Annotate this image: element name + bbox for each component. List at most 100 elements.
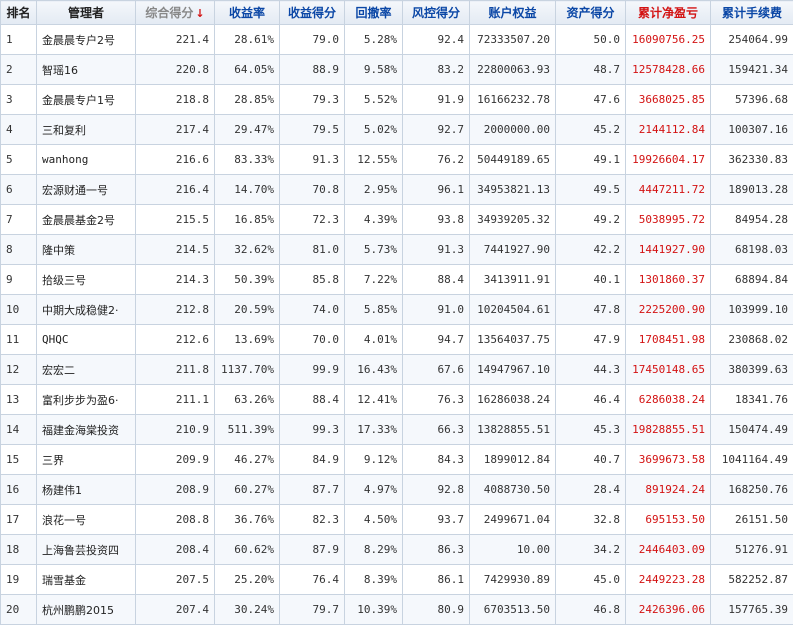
return-score-cell: 70.8 <box>279 174 345 205</box>
cum-profit-cell: 12578428.66 <box>625 54 711 85</box>
table-row[interactable]: 18 上海鲁芸投资四 208.4 60.62% 87.9 8.29% 86.3 10.00 34… <box>0 534 793 565</box>
header-row: 排名 管理者 综合得分 ↓ 收益率 收益得分 回撤率 风控得分 账户权益 资产得分… <box>0 0 793 25</box>
table-row[interactable]: 11 QHQC 212.6 13.69% 70.0 4.01% 94.7 13564037.7… <box>0 324 793 355</box>
table-row[interactable]: 6 宏源财通一号 216.4 14.70% 70.8 2.95% 96.1 34953821.… <box>0 174 793 205</box>
table-row[interactable]: 10 中期大成稳健2· 212.8 20.59% 74.0 5.85% 91.0 102045… <box>0 294 793 325</box>
composite-score-cell: 207.5 <box>135 564 215 595</box>
risk-score-cell: 67.6 <box>402 354 470 385</box>
return-rate-cell: 29.47% <box>214 114 280 145</box>
table-row[interactable]: 8 隆中策 214.5 32.62% 81.0 5.73% 91.3 7441927.90 42… <box>0 234 793 265</box>
manager-cell[interactable]: 瑞雪基金 <box>36 564 136 595</box>
manager-cell[interactable]: 宏宏二 <box>36 354 136 385</box>
cum-profit-cell: 3668025.85 <box>625 84 711 115</box>
asset-score-cell: 49.5 <box>555 174 626 205</box>
risk-score-cell: 91.0 <box>402 294 470 325</box>
risk-score-cell: 86.1 <box>402 564 470 595</box>
drawdown-cell: 4.01% <box>344 324 403 355</box>
manager-cell[interactable]: 杨建伟1 <box>36 474 136 505</box>
cum-fee-cell: 51276.91 <box>710 534 793 565</box>
manager-cell[interactable]: 上海鲁芸投资四 <box>36 534 136 565</box>
cum-fee-cell: 68894.84 <box>710 264 793 295</box>
manager-cell[interactable]: 拾级三号 <box>36 264 136 295</box>
header-composite-label[interactable]: 综合得分 <box>145 6 193 20</box>
drawdown-cell: 12.55% <box>344 144 403 175</box>
manager-cell[interactable]: 金晨晨基金2号 <box>36 204 136 235</box>
asset-score-cell: 42.2 <box>555 234 626 265</box>
table-row[interactable]: 15 三界 209.9 46.27% 84.9 9.12% 84.3 1899012.84 40… <box>0 444 793 475</box>
table-row[interactable]: 3 金晨晨专户1号 218.8 28.85% 79.3 5.52% 91.9 16166232… <box>0 84 793 115</box>
risk-score-cell: 86.3 <box>402 534 470 565</box>
header-equity[interactable]: 账户权益 <box>469 0 556 25</box>
manager-cell[interactable]: 中期大成稳健2· <box>36 294 136 325</box>
table-row[interactable]: 16 杨建伟1 208.9 60.27% 87.7 4.97% 92.8 4088730.50… <box>0 474 793 505</box>
return-score-cell: 84.9 <box>279 444 345 475</box>
rank-cell: 19 <box>0 564 37 595</box>
cum-fee-cell: 157765.39 <box>710 594 793 625</box>
header-risk-score[interactable]: 风控得分 <box>402 0 470 25</box>
manager-cell[interactable]: 宏源财通一号 <box>36 174 136 205</box>
table-row[interactable]: 14 福建金海棠投资 210.9 511.39% 99.3 17.33% 66.3 13828… <box>0 414 793 445</box>
asset-score-cell: 50.0 <box>555 24 626 55</box>
table-row[interactable]: 12 宏宏二 211.8 1137.70% 99.9 16.43% 67.6 14947967… <box>0 354 793 385</box>
manager-cell[interactable]: 隆中策 <box>36 234 136 265</box>
table-row[interactable]: 20 杭州鹏鹏2015 207.4 30.24% 79.7 10.39% 80.9 67035… <box>0 594 793 625</box>
manager-cell[interactable]: 金晨晨专户2号 <box>36 24 136 55</box>
manager-cell[interactable]: 金晨晨专户1号 <box>36 84 136 115</box>
cum-fee-cell: 68198.03 <box>710 234 793 265</box>
header-composite-score[interactable]: 综合得分 ↓ <box>135 0 215 25</box>
cum-fee-cell: 362330.83 <box>710 144 793 175</box>
header-return-score[interactable]: 收益得分 <box>279 0 345 25</box>
asset-score-cell: 47.9 <box>555 324 626 355</box>
manager-cell[interactable]: 智瑶16 <box>36 54 136 85</box>
cum-profit-cell: 16090756.25 <box>625 24 711 55</box>
drawdown-cell: 7.22% <box>344 264 403 295</box>
manager-cell[interactable]: 三界 <box>36 444 136 475</box>
composite-score-cell: 208.9 <box>135 474 215 505</box>
manager-cell[interactable]: 三和复利 <box>36 114 136 145</box>
header-rank: 排名 <box>0 0 37 25</box>
header-drawdown[interactable]: 回撤率 <box>344 0 403 25</box>
table-row[interactable]: 19 瑞雪基金 207.5 25.20% 76.4 8.39% 86.1 7429930.89… <box>0 564 793 595</box>
risk-score-cell: 76.2 <box>402 144 470 175</box>
table-row[interactable]: 5 wanhong 216.6 83.33% 91.3 12.55% 76.2 5044918… <box>0 144 793 175</box>
table-row[interactable]: 9 拾级三号 214.3 50.39% 85.8 7.22% 88.4 3413911.91 4… <box>0 264 793 295</box>
drawdown-cell: 17.33% <box>344 414 403 445</box>
cum-profit-cell: 6286038.24 <box>625 384 711 415</box>
manager-cell[interactable]: 杭州鹏鹏2015 <box>36 594 136 625</box>
manager-cell[interactable]: wanhong <box>36 144 136 175</box>
header-asset-score[interactable]: 资产得分 <box>555 0 626 25</box>
manager-cell[interactable]: QHQC <box>36 324 136 355</box>
header-cum-profit[interactable]: 累计净盈亏 <box>625 0 711 25</box>
header-return-rate[interactable]: 收益率 <box>214 0 280 25</box>
return-score-cell: 88.4 <box>279 384 345 415</box>
manager-cell[interactable]: 浪花一号 <box>36 504 136 535</box>
table-row[interactable]: 2 智瑶16 220.8 64.05% 88.9 9.58% 83.2 22800063.93… <box>0 54 793 85</box>
risk-score-cell: 93.8 <box>402 204 470 235</box>
return-score-cell: 79.3 <box>279 84 345 115</box>
composite-score-cell: 216.6 <box>135 144 215 175</box>
table-row[interactable]: 7 金晨晨基金2号 215.5 16.85% 72.3 4.39% 93.8 34939205… <box>0 204 793 235</box>
header-cum-fee[interactable]: 累计手续费 <box>710 0 793 25</box>
asset-score-cell: 45.3 <box>555 414 626 445</box>
cum-fee-cell: 100307.16 <box>710 114 793 145</box>
sort-down-arrow-icon[interactable]: ↓ <box>195 7 204 20</box>
return-score-cell: 72.3 <box>279 204 345 235</box>
cum-fee-cell: 582252.87 <box>710 564 793 595</box>
drawdown-cell: 5.52% <box>344 84 403 115</box>
table-row[interactable]: 1 金晨晨专户2号 221.4 28.61% 79.0 5.28% 92.4 72333507… <box>0 24 793 55</box>
manager-cell[interactable]: 福建金海棠投资 <box>36 414 136 445</box>
cum-fee-cell: 189013.28 <box>710 174 793 205</box>
table-row[interactable]: 4 三和复利 217.4 29.47% 79.5 5.02% 92.7 2000000.00 4… <box>0 114 793 145</box>
cum-profit-cell: 3699673.58 <box>625 444 711 475</box>
return-score-cell: 91.3 <box>279 144 345 175</box>
return-rate-cell: 83.33% <box>214 144 280 175</box>
rank-cell: 17 <box>0 504 37 535</box>
cum-profit-cell: 2225200.90 <box>625 294 711 325</box>
return-score-cell: 79.5 <box>279 114 345 145</box>
rank-cell: 7 <box>0 204 37 235</box>
drawdown-cell: 16.43% <box>344 354 403 385</box>
table-row[interactable]: 17 浪花一号 208.8 36.76% 82.3 4.50% 93.7 2499671.04… <box>0 504 793 535</box>
table-row[interactable]: 13 富利步步为盈6· 211.1 63.26% 88.4 12.41% 76.3 16286… <box>0 384 793 415</box>
manager-cell[interactable]: 富利步步为盈6· <box>36 384 136 415</box>
cum-profit-cell: 2426396.06 <box>625 594 711 625</box>
